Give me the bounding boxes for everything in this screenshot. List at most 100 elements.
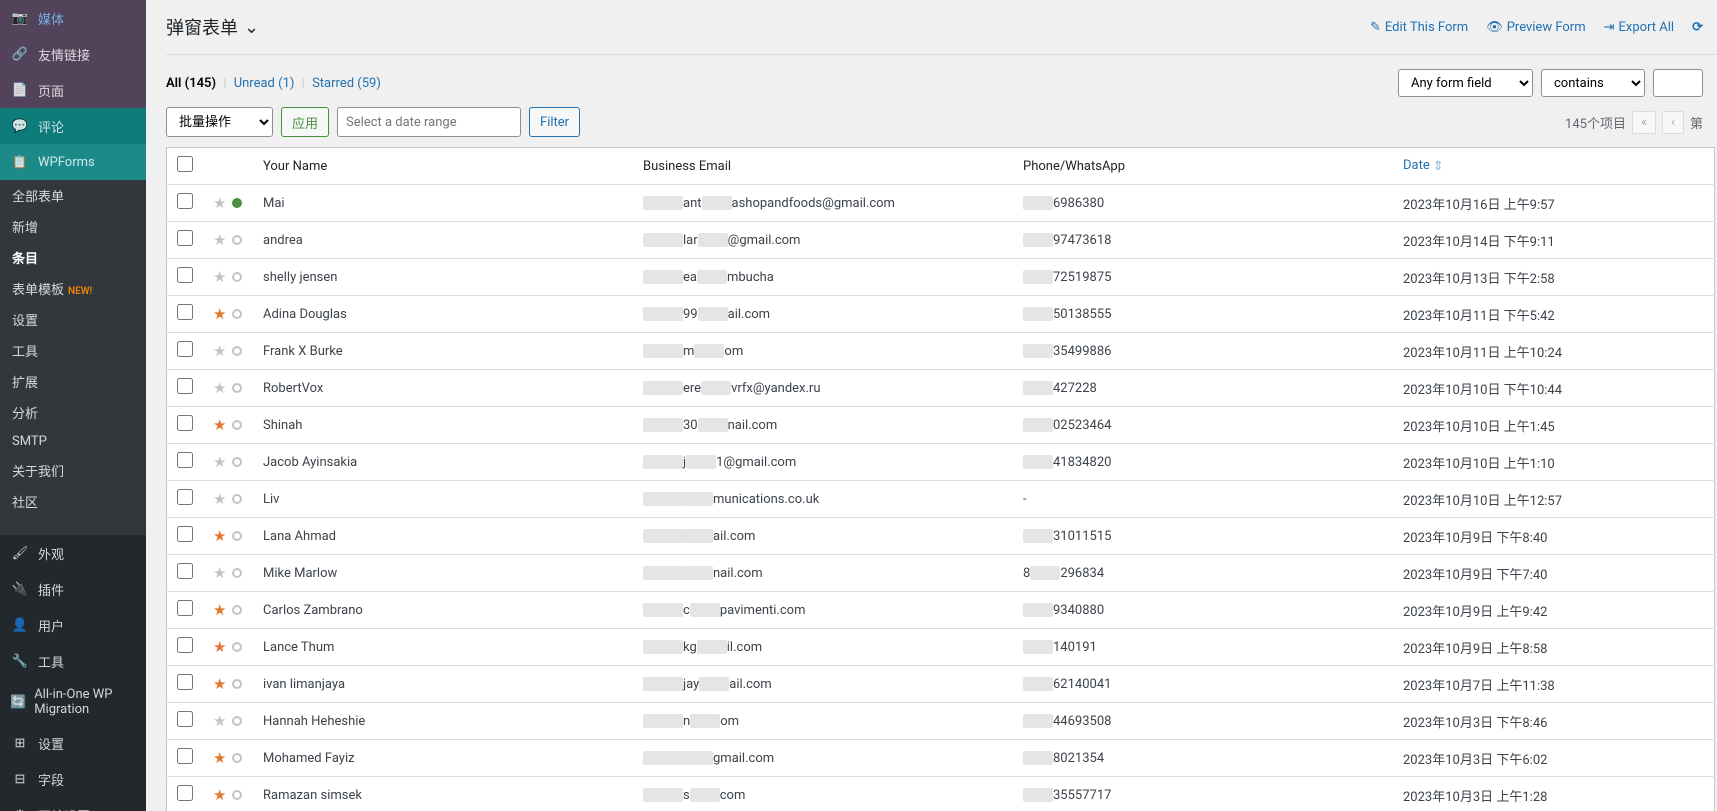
table-row[interactable]: ★Lana Ahmadail.com310115152023年10月9日 下午8… — [167, 518, 1715, 555]
export-all-link[interactable]: ⇥Export All — [1604, 20, 1674, 35]
date-range-input[interactable] — [337, 107, 521, 137]
filter-all[interactable]: All (145) — [166, 76, 216, 91]
star-icon[interactable]: ★ — [213, 527, 226, 545]
star-icon[interactable]: ★ — [213, 231, 226, 249]
sidebar-sub-item[interactable]: 设置 — [0, 304, 146, 335]
apply-button[interactable]: 应用 — [281, 107, 329, 137]
star-icon[interactable]: ★ — [213, 675, 226, 693]
read-indicator[interactable] — [232, 309, 242, 319]
star-icon[interactable]: ★ — [213, 638, 226, 656]
row-checkbox[interactable] — [177, 452, 193, 468]
row-checkbox[interactable] — [177, 711, 193, 727]
read-indicator[interactable] — [232, 457, 242, 467]
row-checkbox[interactable] — [177, 674, 193, 690]
sidebar-item[interactable]: ⚙网站设置 — [0, 797, 146, 811]
sidebar-sub-item[interactable]: 全部表单 — [0, 180, 146, 211]
star-icon[interactable]: ★ — [213, 379, 226, 397]
read-indicator[interactable] — [232, 198, 242, 208]
row-checkbox[interactable] — [177, 341, 193, 357]
refresh-icon[interactable]: ⟳ — [1692, 20, 1703, 35]
select-all-checkbox[interactable] — [177, 156, 193, 172]
read-indicator[interactable] — [232, 420, 242, 430]
table-row[interactable]: ★Livmunications.co.uk-2023年10月10日 上午12:5… — [167, 481, 1715, 518]
row-checkbox[interactable] — [177, 600, 193, 616]
star-icon[interactable]: ★ — [213, 712, 226, 730]
sidebar-sub-item[interactable]: 工具 — [0, 335, 146, 366]
star-icon[interactable]: ★ — [213, 749, 226, 767]
search-condition-select[interactable]: contains — [1541, 69, 1645, 97]
bulk-action-select[interactable]: 批量操作 — [166, 107, 273, 137]
star-icon[interactable]: ★ — [213, 564, 226, 582]
read-indicator[interactable] — [232, 679, 242, 689]
read-indicator[interactable] — [232, 346, 242, 356]
column-date[interactable]: Date⇕ — [1393, 148, 1715, 185]
sidebar-item[interactable]: 🖌外观 — [0, 535, 146, 571]
table-row[interactable]: ★Maiantashopandfoods@gmail.com6986380202… — [167, 185, 1715, 222]
prev-page-button[interactable]: ‹ — [1662, 111, 1684, 134]
row-checkbox[interactable] — [177, 304, 193, 320]
row-checkbox[interactable] — [177, 267, 193, 283]
row-checkbox[interactable] — [177, 748, 193, 764]
row-checkbox[interactable] — [177, 526, 193, 542]
read-indicator[interactable] — [232, 642, 242, 652]
sidebar-sub-item[interactable]: 关于我们 — [0, 455, 146, 486]
row-checkbox[interactable] — [177, 785, 193, 801]
table-row[interactable]: ★Lance Thumkgil.com1401912023年10月9日 上午8:… — [167, 629, 1715, 666]
row-checkbox[interactable] — [177, 637, 193, 653]
read-indicator[interactable] — [232, 494, 242, 504]
sidebar-item-comments[interactable]: 💬 评论 — [0, 108, 146, 144]
read-indicator[interactable] — [232, 272, 242, 282]
star-icon[interactable]: ★ — [213, 786, 226, 804]
search-value-input[interactable] — [1653, 69, 1703, 97]
row-checkbox[interactable] — [177, 378, 193, 394]
sidebar-item[interactable]: 🔄All-in-One WP Migration — [0, 679, 146, 725]
star-icon[interactable]: ★ — [213, 268, 226, 286]
sidebar-sub-item[interactable]: 条目 — [0, 242, 146, 273]
sidebar-item[interactable]: 🔧工具 — [0, 643, 146, 679]
read-indicator[interactable] — [232, 383, 242, 393]
table-row[interactable]: ★RobertVoxerevrfx@yandex.ru4272282023年10… — [167, 370, 1715, 407]
filter-starred[interactable]: Starred (59) — [312, 76, 381, 91]
read-indicator[interactable] — [232, 568, 242, 578]
sidebar-item[interactable]: 🔗友情链接 — [0, 36, 146, 72]
sidebar-item[interactable]: ⊞设置 — [0, 725, 146, 761]
star-icon[interactable]: ★ — [213, 194, 226, 212]
table-row[interactable]: ★Mike Marlownail.com82968342023年10月9日 下午… — [167, 555, 1715, 592]
filter-button[interactable]: Filter — [529, 107, 580, 137]
table-row[interactable]: ★Hannah Heheshienom446935082023年10月3日 下午… — [167, 703, 1715, 740]
sidebar-item-wpforms[interactable]: 📋 WPForms — [0, 144, 146, 180]
row-checkbox[interactable] — [177, 415, 193, 431]
star-icon[interactable]: ★ — [213, 490, 226, 508]
read-indicator[interactable] — [232, 716, 242, 726]
star-icon[interactable]: ★ — [213, 342, 226, 360]
table-row[interactable]: ★Carlos Zambranocpavimenti.com9340880202… — [167, 592, 1715, 629]
row-checkbox[interactable] — [177, 230, 193, 246]
table-row[interactable]: ★Jacob Ayinsakiaj1@gmail.com418348202023… — [167, 444, 1715, 481]
sidebar-sub-item[interactable]: 新增 — [0, 211, 146, 242]
read-indicator[interactable] — [232, 531, 242, 541]
table-row[interactable]: ★Mohamed Fayizgmail.com80213542023年10月3日… — [167, 740, 1715, 777]
read-indicator[interactable] — [232, 790, 242, 800]
sidebar-sub-item[interactable]: 社区 — [0, 486, 146, 517]
star-icon[interactable]: ★ — [213, 453, 226, 471]
column-email[interactable]: Business Email — [633, 148, 1013, 185]
preview-form-link[interactable]: 👁Preview Form — [1486, 20, 1585, 35]
row-checkbox[interactable] — [177, 563, 193, 579]
read-indicator[interactable] — [232, 235, 242, 245]
edit-form-link[interactable]: ✎Edit This Form — [1370, 20, 1468, 35]
column-name[interactable]: Your Name — [253, 148, 633, 185]
sidebar-item[interactable]: 🔌插件 — [0, 571, 146, 607]
table-row[interactable]: ★Frank X Burkemom354998862023年10月11日 上午1… — [167, 333, 1715, 370]
sidebar-sub-item[interactable]: SMTP — [0, 428, 146, 455]
table-row[interactable]: ★ivan limanjayajayail.com621400412023年10… — [167, 666, 1715, 703]
column-phone[interactable]: Phone/WhatsApp — [1013, 148, 1393, 185]
sidebar-item[interactable]: 📄页面 — [0, 72, 146, 108]
first-page-button[interactable]: « — [1632, 111, 1656, 134]
read-indicator[interactable] — [232, 605, 242, 615]
chevron-down-icon[interactable]: ⌄ — [244, 17, 259, 38]
table-row[interactable]: ★shelly jenseneambucha725198752023年10月13… — [167, 259, 1715, 296]
sidebar-item[interactable]: ⊟字段 — [0, 761, 146, 797]
sidebar-item[interactable]: 📷媒体 — [0, 0, 146, 36]
row-checkbox[interactable] — [177, 193, 193, 209]
filter-unread[interactable]: Unread (1) — [234, 76, 295, 91]
